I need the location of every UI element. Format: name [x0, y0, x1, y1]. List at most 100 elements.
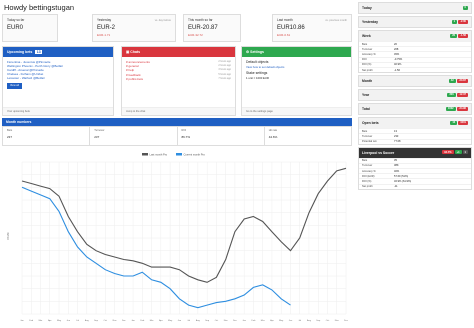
x-tick-label: Jun: [178, 320, 182, 322]
x-tick-label: Nov: [113, 320, 118, 322]
card-value: EUR10.86: [277, 25, 305, 31]
sidebar-badge: 1: [462, 150, 468, 155]
card-diff: EUR-32.72: [188, 33, 203, 37]
stat-roi: ROI 86.7%: [178, 127, 265, 145]
chat-row[interactable]: # public-bets 7 hours ago: [126, 77, 231, 81]
sidebar-section: Liverpool vs Soccer 94.7% +1 1 Bets 35 Turnove…: [358, 146, 472, 190]
sidebar-badge: 42: [448, 78, 456, 83]
bet-link[interactable]: Leicester - Watford @Betfair: [7, 76, 109, 80]
stat-value: 237: [94, 135, 100, 139]
sidebar-section-header[interactable]: Yesterday 1 -2.00: [359, 17, 471, 27]
panel-header: ⚙ Settings: [242, 47, 351, 57]
x-tick-label: Dec: [344, 320, 349, 322]
chart-legend: Last month Pro Current month Pro: [142, 152, 205, 156]
panel-footer[interactable]: Go to the settings page: [242, 107, 351, 115]
stat-key: Turnover: [362, 134, 373, 138]
sidebar-section-header[interactable]: Liverpool vs Soccer 94.7% +1 1: [359, 147, 471, 158]
sidebar-section-header[interactable]: Week 20 -1.56: [359, 31, 471, 41]
x-tick-label: May: [279, 320, 284, 322]
card-label: Today so far: [7, 18, 25, 22]
sidebar-section-header[interactable]: Today 0: [359, 3, 471, 13]
stat-value: 57.69 (51%): [394, 174, 409, 178]
stat-value: 77.08: [394, 140, 401, 144]
channel-link[interactable]: # public-bets: [126, 77, 143, 81]
upcoming-bets-panel: Upcoming bets 13 Fiorentina - Juventus @…: [2, 46, 114, 116]
panel-title: Upcoming bets: [7, 50, 33, 54]
stat-key: Turnover: [362, 47, 373, 51]
panel-footer[interactable]: Jump to the chat: [122, 107, 235, 115]
sidebar-section-title: Open bets: [362, 121, 379, 126]
sidebar-badge: 1: [451, 19, 458, 24]
sidebar-section-header[interactable]: Open bets 13 1001: [359, 118, 471, 129]
stat-value: 38K: [394, 164, 399, 168]
count-badge: 13: [35, 50, 43, 54]
sidebar-badge: 94.7%: [442, 150, 454, 155]
chats-panel: ▣ Chats # announcements 2 hours ago # ge…: [121, 46, 236, 116]
stat-value: 44.6%: [268, 135, 278, 139]
card-value: EUR-20.87: [188, 25, 218, 31]
stat-label: Hit rate: [268, 129, 278, 132]
x-tick-label: Feb: [252, 320, 257, 322]
panel-title: Settings: [250, 50, 264, 54]
stat-key: Potential win: [362, 140, 377, 144]
stat-value: 208: [394, 47, 399, 51]
sidebar-section: Month 42 -20.87: [358, 75, 472, 88]
stat-bets: Bets 237: [3, 127, 91, 145]
stat-key: Accuracy %: [362, 52, 376, 56]
x-tick-label: May: [168, 320, 173, 322]
stats-sidebar: Today 0 Yesterday 1 -2.00 Week 20 -1.56 Bets 20 Tu…: [358, 2, 472, 192]
stat-value: 13: [394, 129, 397, 133]
x-tick-label: Mar: [150, 319, 154, 322]
stat-value: 46%: [394, 169, 400, 173]
stat-value: 237: [7, 135, 13, 139]
sidebar-section: Yesterday 1 -2.00: [358, 16, 472, 28]
legend-label: Current month Pro: [184, 152, 206, 156]
sidebar-section-title: Month: [362, 79, 373, 84]
sidebar-section-header[interactable]: Month 42 -20.87: [359, 76, 471, 87]
x-tick-label: Apr: [159, 319, 163, 322]
x-tick-label: Jul: [187, 320, 190, 322]
x-tick-label: Dec: [122, 320, 127, 322]
x-tick-label: Feb: [29, 320, 34, 322]
card-sub: vs. day before: [154, 19, 171, 22]
sidebar-badge: 20: [450, 33, 458, 38]
panel-footer[interactable]: Your upcoming bets: [3, 107, 113, 115]
x-tick-label: Dec: [233, 320, 238, 322]
stat-value: 45%: [394, 52, 400, 56]
x-tick-label: Apr: [48, 319, 52, 322]
x-tick-label: Aug: [307, 319, 312, 322]
sidebar-stat-row: Net profit -11: [359, 183, 471, 189]
gear-icon: ⚙: [246, 50, 250, 54]
card-sub: vs. previous month: [325, 19, 347, 22]
panel-header: ▣ Chats: [122, 47, 235, 57]
sidebar-badge: -2.00: [458, 19, 468, 24]
x-tick-label: Sep: [316, 320, 321, 322]
stat-value: 35: [394, 159, 397, 163]
sidebar-badge: 306: [447, 92, 456, 97]
sidebar-section-header[interactable]: Total 1002 -24.96: [359, 104, 471, 115]
x-axis-ticks: Jan Feb Mar Apr May Jun Jul Aug Sep Oct Nov Dec Jan F…: [20, 319, 349, 322]
legend-swatch: [176, 153, 182, 156]
stat-value: -0.75%: [394, 58, 403, 62]
stat-value: 20: [394, 42, 397, 46]
sidebar-badge: 1001: [458, 120, 468, 125]
stat-value: 86.7%: [181, 135, 191, 139]
settings-link[interactable]: View how to set default objects: [246, 65, 347, 70]
sidebar-badge: -24.96: [456, 106, 468, 111]
sidebar-badge: +1: [454, 150, 462, 155]
x-tick-label: Jul: [298, 320, 301, 322]
card-label: This month so far: [188, 18, 213, 22]
stat-key: ROI (%): [362, 180, 372, 184]
card-this-month: This month so far EUR-20.87 EUR-32.72: [183, 14, 241, 42]
series-line-1: [21, 186, 291, 309]
sidebar-section-title: Today: [362, 6, 372, 10]
stat-key: Bets: [362, 42, 368, 46]
x-tick-label: Jun: [67, 320, 71, 322]
chat-icon: ▣: [126, 50, 130, 54]
panel-title: Chats: [130, 50, 141, 54]
sidebar-section-header[interactable]: Year 306 -12.37: [359, 90, 471, 101]
view-all-button[interactable]: View all: [7, 83, 22, 89]
panel-header: Upcoming bets 13: [3, 47, 113, 57]
sidebar-section: Total 1002 -24.96: [358, 103, 472, 116]
x-tick-label: Oct: [104, 319, 108, 322]
